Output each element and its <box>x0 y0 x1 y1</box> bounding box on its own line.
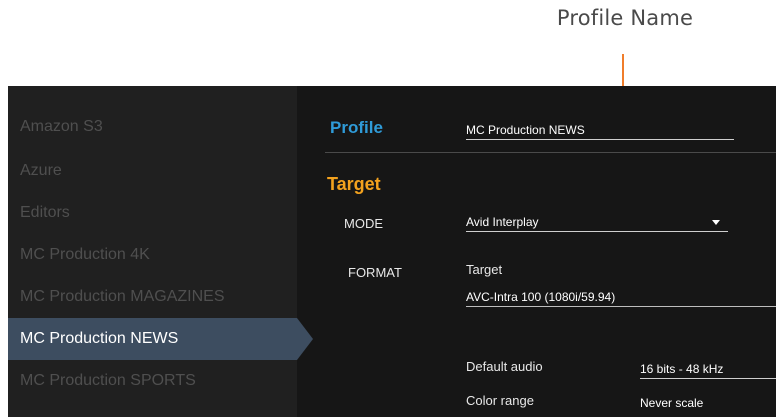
profile-name-input[interactable]: MC Production NEWS <box>466 122 734 140</box>
sidebar-item-mc-production-sports[interactable]: MC Production SPORTS <box>8 360 297 402</box>
format-target-label: Target <box>466 262 503 277</box>
color-range-value: Never scale <box>640 396 704 410</box>
default-audio-select[interactable]: 16 bits - 48 kHz <box>640 361 776 379</box>
color-range-label: Color range <box>466 393 534 408</box>
sidebar-item-azure[interactable]: Azure <box>8 150 297 192</box>
default-audio-label: Default audio <box>466 359 543 374</box>
app-window: Amazon S3 Azure Editors MC Production 4K… <box>8 86 776 417</box>
annotation-label: Profile Name <box>556 6 694 30</box>
chevron-down-icon <box>712 220 720 225</box>
profile-panel: Profile MC Production NEWS Target MODE A… <box>297 86 776 417</box>
mode-select[interactable]: Avid Interplay <box>466 214 728 232</box>
format-label: FORMAT <box>348 265 402 280</box>
section-divider <box>325 152 776 153</box>
target-heading: Target <box>327 174 381 194</box>
format-target-value: AVC-Intra 100 (1080i/59.94) <box>466 290 616 304</box>
format-target-select[interactable]: AVC-Intra 100 (1080i/59.94) <box>466 289 776 307</box>
profile-heading: Profile <box>330 118 383 137</box>
sidebar: Amazon S3 Azure Editors MC Production 4K… <box>8 86 297 417</box>
sidebar-item-amazon-s3[interactable]: Amazon S3 <box>8 106 297 148</box>
sidebar-item-mc-production-magazines[interactable]: MC Production MAGAZINES <box>8 276 297 318</box>
default-audio-value: 16 bits - 48 kHz <box>640 362 724 376</box>
color-range-select[interactable]: Never scale <box>640 395 776 412</box>
profile-name-value: MC Production NEWS <box>466 123 585 137</box>
sidebar-item-mc-production-news[interactable]: MC Production NEWS <box>8 318 297 360</box>
sidebar-item-mc-production-4k[interactable]: MC Production 4K <box>8 234 297 276</box>
mode-label: MODE <box>344 216 383 231</box>
mode-value: Avid Interplay <box>466 215 539 229</box>
sidebar-item-editors[interactable]: Editors <box>8 192 297 234</box>
